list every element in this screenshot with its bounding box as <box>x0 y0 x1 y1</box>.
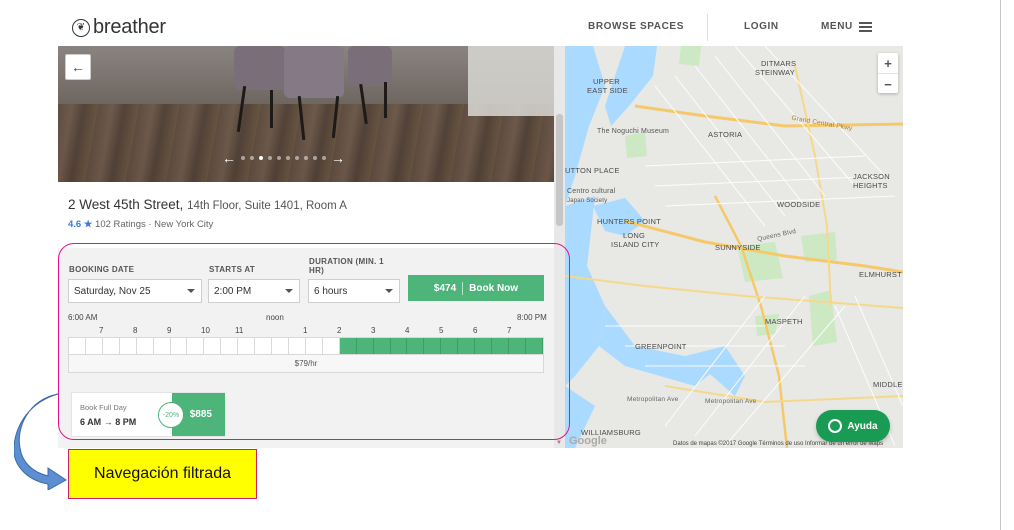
map-label: GREENPOINT <box>635 342 687 351</box>
hamburger-icon[interactable] <box>859 22 872 34</box>
annotation-note-text: Navegación filtrada <box>94 465 231 482</box>
carousel-dot-active[interactable] <box>259 156 263 160</box>
curved-arrow-icon <box>14 393 67 490</box>
map-zoom-control: + − <box>878 53 898 93</box>
map-label: EAST SIDE <box>587 86 628 95</box>
listing-info: 2 West 45th Street, 14th Floor, Suite 14… <box>58 182 554 248</box>
rating-score: 4.6 <box>68 219 82 230</box>
zoom-in-button[interactable]: + <box>878 53 898 73</box>
google-logo[interactable]: Google <box>569 435 607 447</box>
carousel-next-icon[interactable]: → <box>331 150 345 166</box>
map-panel[interactable]: + − DITMARS STEINWAY UPPER EAST SIDE AST… <box>565 46 903 448</box>
map-label: Metropolitan Ave <box>627 396 679 403</box>
annotation-highlight-box <box>58 243 570 440</box>
address-street: 2 West 45th Street, <box>68 197 184 212</box>
carousel-dot[interactable] <box>295 156 299 160</box>
back-button[interactable]: ← <box>65 54 91 80</box>
map-label: MASPETH <box>765 317 803 326</box>
map-label: LONG <box>623 231 646 240</box>
nav-divider <box>707 14 708 41</box>
map-label: UPPER <box>593 77 620 86</box>
map-label: UTTON PLACE <box>565 166 620 175</box>
leaf-icon: ❦ <box>72 18 90 37</box>
ratings-row: 4.6 ★ 102 Ratings · New York City <box>68 219 213 230</box>
carousel-dot[interactable] <box>322 156 326 160</box>
arrow-left-icon: ← <box>71 59 85 75</box>
listing-address: 2 West 45th Street, 14th Floor, Suite 14… <box>68 197 347 212</box>
star-icon: ★ <box>83 219 93 230</box>
logo-text: breather <box>93 16 166 38</box>
map-label: DITMARS <box>761 59 797 68</box>
breather-logo[interactable]: ❦ breather <box>72 16 166 39</box>
scroll-down-icon[interactable]: ▼ <box>556 440 562 446</box>
carousel-dot[interactable] <box>241 156 245 160</box>
map-label: HEIGHTS <box>853 181 888 190</box>
map-label: JACKSON <box>853 172 890 181</box>
map-label: MIDDLE V <box>873 380 903 389</box>
carousel-prev-icon[interactable]: ← <box>222 150 236 166</box>
zoom-out-button[interactable]: − <box>878 74 898 94</box>
carousel-dot[interactable] <box>313 156 317 160</box>
ratings-meta[interactable]: 102 Ratings · New York City <box>95 219 213 230</box>
map-label: Centro cultural <box>567 188 616 195</box>
map-label: Metropolitan Ave <box>705 398 757 405</box>
help-chat-label: Ayuda <box>847 420 878 432</box>
help-chat-button[interactable]: Ayuda <box>816 410 890 442</box>
map-label: HUNTERS POINT <box>597 217 661 226</box>
carousel-dot[interactable] <box>286 156 290 160</box>
page-edge <box>1000 0 1001 530</box>
carousel-dot[interactable] <box>304 156 308 160</box>
map-label: ASTORIA <box>708 130 743 139</box>
scrollbar-thumb[interactable] <box>556 114 563 226</box>
photo-carousel: ← → <box>222 150 345 166</box>
map-label: ELMHURST <box>859 270 902 279</box>
map-label: SUNNYSIDE <box>715 243 761 252</box>
annotation-note: Navegación filtrada <box>68 449 257 499</box>
map-label: ISLAND CITY <box>611 240 660 249</box>
browse-spaces-link[interactable]: BROWSE SPACES <box>588 21 684 32</box>
map-label: WOODSIDE <box>777 200 821 209</box>
chat-bubble-icon <box>828 419 843 433</box>
carousel-dot[interactable] <box>277 156 281 160</box>
space-photo: ← ← → <box>58 46 554 182</box>
login-link[interactable]: LOGIN <box>744 21 779 32</box>
menu-link[interactable]: MENU <box>821 21 853 32</box>
carousel-dot[interactable] <box>250 156 254 160</box>
map-label: The Noguchi Museum <box>597 128 670 135</box>
carousel-dot[interactable] <box>268 156 272 160</box>
address-detail: 14th Floor, Suite 1401, Room A <box>187 200 347 212</box>
map-label: STEINWAY <box>755 68 795 77</box>
map-label: Japan Society <box>567 198 608 204</box>
